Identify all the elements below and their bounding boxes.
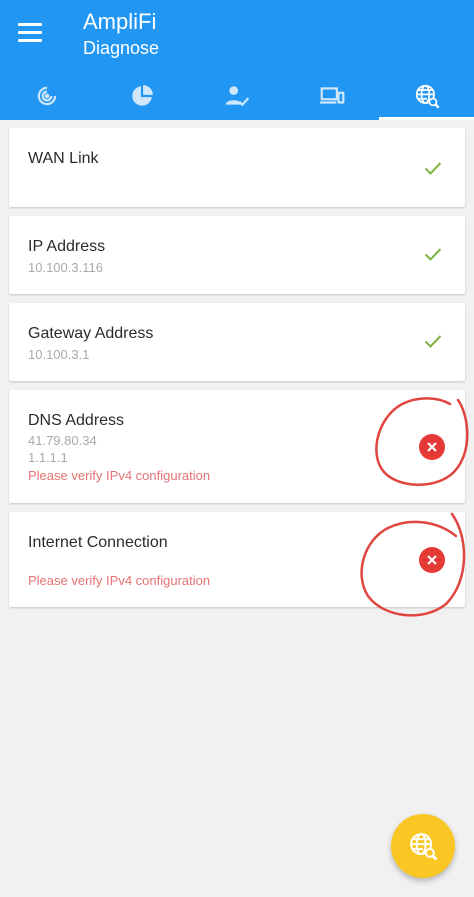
radar-icon	[38, 86, 57, 106]
app-title: AmpliFi	[83, 9, 157, 34]
app-bar: AmpliFi Diagnose	[0, 0, 474, 120]
dns-address-card[interactable]: DNS Address 41.79.80.34 1.1.1.1 Please v…	[9, 390, 465, 503]
dns-address-title: DNS Address	[28, 412, 125, 429]
internet-connection-title: Internet Connection	[28, 534, 168, 551]
devices-icon	[319, 87, 345, 104]
dns-secondary-value: 1.1.1.1	[28, 450, 68, 465]
tab-radar[interactable]	[0, 72, 95, 120]
check-icon	[424, 335, 442, 348]
wan-link-title: WAN Link	[28, 150, 99, 167]
error-icon	[419, 547, 445, 573]
tab-globe-search[interactable]	[379, 72, 474, 120]
error-icon	[419, 434, 445, 460]
ip-address-card[interactable]: IP Address 10.100.3.116	[9, 216, 465, 294]
diagnose-list: WAN Link IP Address 10.100.3.116 Gateway…	[9, 128, 465, 616]
tab-devices[interactable]	[284, 72, 379, 120]
globe-search-icon	[410, 833, 438, 861]
internet-warning-text: Please verify IPv4 configuration	[28, 573, 211, 588]
internet-connection-card[interactable]: Internet Connection Please verify IPv4 c…	[9, 512, 465, 607]
user-check-icon	[225, 86, 250, 107]
check-icon	[424, 162, 442, 175]
page-subtitle: Diagnose	[83, 38, 160, 58]
dns-warning-text: Please verify IPv4 configuration	[28, 468, 211, 483]
dns-primary-value: 41.79.80.34	[28, 433, 97, 448]
gateway-address-card[interactable]: Gateway Address 10.100.3.1	[9, 303, 465, 381]
gateway-address-value: 10.100.3.1	[28, 347, 90, 362]
tab-pie-chart[interactable]	[95, 72, 190, 120]
pie-chart-icon	[132, 85, 154, 106]
diagnose-fab-button[interactable]	[391, 814, 455, 878]
check-icon	[424, 248, 442, 261]
ip-address-title: IP Address	[28, 238, 106, 255]
menu-icon[interactable]	[18, 18, 46, 46]
tab-user-check[interactable]	[190, 72, 285, 120]
gateway-address-title: Gateway Address	[28, 325, 154, 342]
tab-bar	[0, 72, 474, 120]
globe-search-icon	[415, 84, 440, 109]
ip-address-value: 10.100.3.116	[28, 260, 103, 275]
wan-link-card[interactable]: WAN Link	[9, 128, 465, 207]
